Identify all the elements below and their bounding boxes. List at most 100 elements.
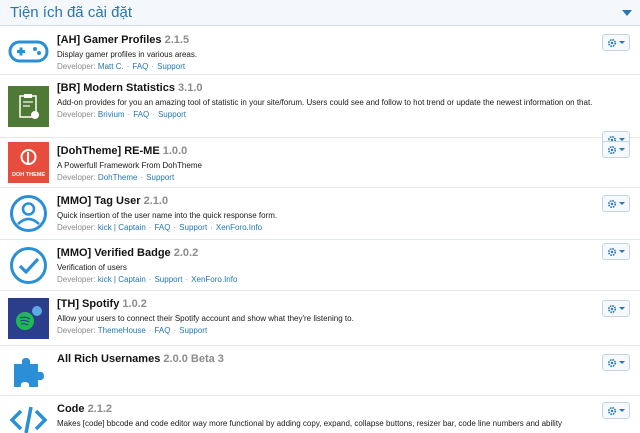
addon-options-button[interactable] xyxy=(602,243,630,260)
developer-label: Developer: xyxy=(57,275,96,284)
support-link[interactable]: Support xyxy=(158,110,186,119)
addon-title: [BR] Modern Statistics xyxy=(57,82,175,94)
addon-options-button[interactable] xyxy=(602,34,630,51)
addon-version: 2.0.0 Beta 3 xyxy=(163,353,224,365)
addon-options-button[interactable] xyxy=(602,300,630,317)
addon-title: [AH] Gamer Profiles xyxy=(57,34,162,46)
addon-row: Code 2.1.2 Makes [code] bbcode and code e… xyxy=(0,396,640,433)
addon-title-line: [AH] Gamer Profiles 2.1.5 xyxy=(57,33,620,47)
addon-options-button[interactable] xyxy=(602,141,630,158)
addon-row: [MMO] Tag User 2.1.0 Quick insertion of t… xyxy=(0,188,640,240)
gamepad-icon xyxy=(8,31,49,72)
addon-version: 2.1.2 xyxy=(87,403,113,415)
developer-label: Developer: xyxy=(57,110,96,119)
developer-label: Developer: xyxy=(57,223,96,232)
addon-version: 1.0.0 xyxy=(162,145,188,157)
chevron-down-icon xyxy=(619,148,625,151)
support-link[interactable]: Support xyxy=(157,62,185,71)
addon-description: A Powerfull Framework From DohTheme xyxy=(57,161,202,170)
chevron-down-icon xyxy=(619,250,625,253)
developer-label: Developer: xyxy=(57,173,96,182)
developer-link[interactable]: kick | Captain xyxy=(98,223,146,232)
code-icon xyxy=(8,399,49,433)
support-link[interactable]: Support xyxy=(154,275,182,284)
statistics-icon xyxy=(8,86,49,127)
addon-title: [MMO] Verified Badge xyxy=(57,247,171,259)
addon-content: All Rich Usernames 2.0.0 Beta 3 xyxy=(57,352,620,366)
gear-icon xyxy=(607,304,617,314)
addon-version: 3.1.0 xyxy=(178,82,203,94)
developer-label: Developer: xyxy=(57,326,96,335)
faq-link[interactable]: FAQ xyxy=(154,223,170,232)
collapse-caret-icon[interactable] xyxy=(622,9,632,16)
addon-options-button[interactable] xyxy=(602,195,630,212)
addon-options-button[interactable] xyxy=(602,402,630,419)
addon-title-line: Code 2.1.2 xyxy=(57,402,620,416)
addon-content: [MMO] Tag User 2.1.0 Quick insertion of t… xyxy=(57,194,620,233)
svg-text:DOH THEME: DOH THEME xyxy=(12,172,45,178)
section-header[interactable]: Tiện ích đã cài đặt xyxy=(0,0,640,26)
addon-title-line: [BR] Modern Statistics 3.1.0 xyxy=(57,81,620,95)
puzzle-icon xyxy=(8,350,49,391)
addon-version: 2.0.2 xyxy=(173,247,199,259)
addon-content: [BR] Modern Statistics 3.1.0 Add-on provi… xyxy=(57,81,620,120)
chevron-down-icon xyxy=(619,409,625,412)
addon-developer-line: Developer: kick | Captain · Support · XenFor… xyxy=(57,275,238,284)
support-link[interactable]: Support xyxy=(146,173,174,182)
addon-row: DOH THEME [DohTheme] RE-ME 1.0.0 A Powerfu… xyxy=(0,138,640,188)
developer-link[interactable]: kick | Captain xyxy=(98,275,146,284)
addon-description: Verification of users xyxy=(57,263,127,272)
developer-link[interactable]: DohTheme xyxy=(98,173,138,182)
support-link[interactable]: Support xyxy=(179,326,207,335)
xenforo-info-link[interactable]: XenForo.Info xyxy=(191,275,237,284)
addon-content: [TH] Spotify 1.0.2 Allow your users to co… xyxy=(57,297,620,336)
addon-list: [AH] Gamer Profiles 2.1.5 Display gamer p… xyxy=(0,27,640,433)
addon-title: All Rich Usernames xyxy=(57,353,161,365)
addon-row: All Rich Usernames 2.0.0 Beta 3 xyxy=(0,346,640,396)
addon-title-line: [MMO] Verified Badge 2.0.2 xyxy=(57,246,620,260)
addon-row: [BR] Modern Statistics 3.1.0 Add-on provi… xyxy=(0,75,640,148)
addon-description: Allow your users to connect their Spotif… xyxy=(57,314,354,323)
developer-label: Developer: xyxy=(57,62,96,71)
addon-description: Display gamer profiles in various areas. xyxy=(57,50,198,59)
addon-content: Code 2.1.2 Makes [code] bbcode and code e… xyxy=(57,402,620,429)
faq-link[interactable]: FAQ xyxy=(132,62,148,71)
check-circle-icon xyxy=(8,245,49,286)
addon-developer-line: Developer: Brivium · FAQ · Support xyxy=(57,110,186,119)
addon-developer-line: Developer: DohTheme · Support xyxy=(57,173,175,182)
addon-title-line: [DohTheme] RE-ME 1.0.0 xyxy=(57,144,620,158)
chevron-down-icon xyxy=(619,361,625,364)
addon-row: [AH] Gamer Profiles 2.1.5 Display gamer p… xyxy=(0,27,640,75)
addon-description: Quick insertion of the user name into th… xyxy=(57,211,278,220)
addon-title: [MMO] Tag User xyxy=(57,195,141,207)
addon-title-line: All Rich Usernames 2.0.0 Beta 3 xyxy=(57,352,620,366)
addon-title: [DohTheme] RE-ME xyxy=(57,145,160,157)
gear-icon xyxy=(607,358,617,368)
dohtheme-logo: DOH THEME xyxy=(8,142,49,183)
gear-icon xyxy=(607,406,617,416)
spotify-icon xyxy=(8,298,49,339)
faq-link[interactable]: FAQ xyxy=(133,110,149,119)
chevron-down-icon xyxy=(619,202,625,205)
addon-content: [DohTheme] RE-ME 1.0.0 A Powerfull Framew… xyxy=(57,144,620,183)
xenforo-info-link[interactable]: XenForo.Info xyxy=(216,223,262,232)
faq-link[interactable]: FAQ xyxy=(154,326,170,335)
addon-version: 1.0.2 xyxy=(122,298,147,310)
developer-link[interactable]: Matt C. xyxy=(98,62,124,71)
addon-options-button[interactable] xyxy=(602,354,630,371)
addon-version: 2.1.5 xyxy=(164,34,190,46)
addon-version: 2.1.0 xyxy=(143,195,169,207)
developer-link[interactable]: ThemeHouse xyxy=(98,326,146,335)
addon-description: Add-on provides for you an amazing tool … xyxy=(57,98,593,107)
chevron-down-icon xyxy=(619,307,625,310)
gear-icon xyxy=(607,199,617,209)
addon-content: [AH] Gamer Profiles 2.1.5 Display gamer p… xyxy=(57,33,620,72)
support-link[interactable]: Support xyxy=(179,223,207,232)
addon-row: [MMO] Verified Badge 2.0.2 Verification o… xyxy=(0,240,640,291)
chevron-down-icon xyxy=(619,41,625,44)
addon-title-line: [MMO] Tag User 2.1.0 xyxy=(57,194,620,208)
addon-title: Code xyxy=(57,403,85,415)
addon-description: Makes [code] bbcode and code editor way … xyxy=(57,419,563,428)
developer-link[interactable]: Brivium xyxy=(98,110,125,119)
user-circle-icon xyxy=(8,193,49,234)
